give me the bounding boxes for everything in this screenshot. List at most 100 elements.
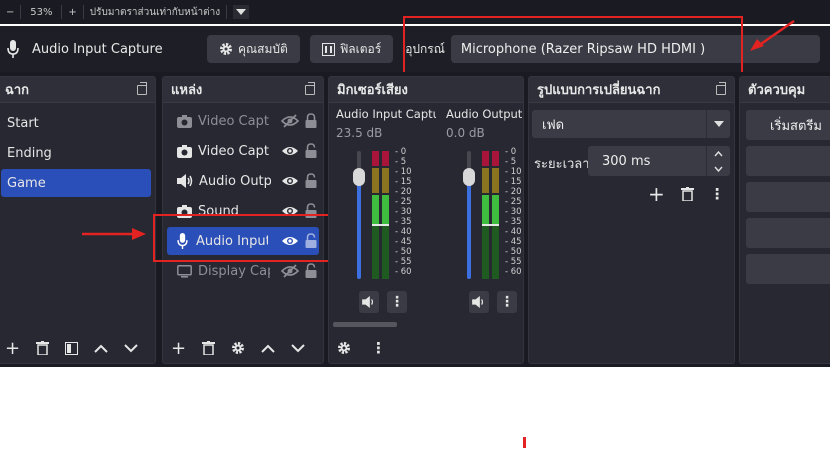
meter-segment [382, 195, 389, 225]
db-tick-label: - 55 [505, 257, 522, 267]
channel-name: Audio Output Capture [446, 107, 522, 121]
start-streaming-button[interactable]: เริ่มสตรีม [746, 110, 830, 140]
lock-icon[interactable] [305, 173, 317, 188]
db-tick-label: - 0 [505, 147, 517, 157]
scenes-panel: ฉาก Start Ending Game + [0, 76, 156, 364]
db-tick-label: - 20 [505, 187, 522, 197]
duration-label: ระยะเวลา [534, 157, 590, 172]
annotation-arrow-device [748, 18, 798, 54]
transition-buttons: + ⋮ [648, 182, 725, 206]
kebab-icon: ⋮ [390, 294, 404, 310]
eye-icon[interactable] [281, 144, 299, 158]
control-button[interactable] [746, 182, 830, 212]
db-tick-label: - 10 [505, 167, 522, 177]
undock-icon[interactable] [716, 81, 726, 95]
properties-label: คุณสมบัติ [238, 41, 288, 56]
start-streaming-label: เริ่มสตรีม [770, 118, 822, 134]
trash-icon[interactable] [36, 341, 50, 355]
level-meter [492, 151, 499, 279]
chevron-down-icon [706, 110, 730, 138]
chevron-down-icon[interactable] [714, 166, 723, 172]
source-item-video-capture-2[interactable]: Video Capture Device [167, 137, 319, 165]
db-tick-label: - 10 [395, 167, 412, 177]
add-icon[interactable]: + [5, 338, 20, 359]
channel-strip: - 0- 5- 10- 15- 20- 25- 30- 35- 40- 45- … [353, 147, 437, 281]
meter-segment [372, 195, 379, 225]
mute-button[interactable] [359, 291, 379, 313]
eye-icon[interactable] [281, 174, 299, 188]
mixer-scrollbar[interactable] [333, 322, 397, 327]
volume-fader[interactable] [463, 151, 475, 279]
meter-segment [372, 151, 379, 166]
volume-fader-knob[interactable] [353, 167, 365, 186]
add-icon[interactable]: + [171, 338, 186, 359]
lock-icon[interactable] [305, 143, 317, 158]
gear-icon[interactable] [337, 341, 351, 355]
db-tick-label: - 5 [505, 157, 517, 167]
db-tick-label: - 40 [505, 227, 522, 237]
undock-icon[interactable] [305, 81, 315, 95]
sources-title: แหล่ง [171, 83, 203, 98]
speaker-icon [362, 296, 374, 308]
chevron-down-icon[interactable] [124, 343, 138, 353]
trash-icon[interactable] [202, 341, 216, 355]
add-icon[interactable]: + [648, 182, 665, 206]
db-tick-label: - 25 [505, 197, 522, 207]
fit-to-window-button[interactable]: ปรับมาตราส่วนเท่ากับหน้าต่าง [84, 5, 226, 20]
channel-name: Audio Input Capture [336, 107, 436, 121]
control-button[interactable] [746, 254, 830, 284]
lock-icon[interactable] [305, 113, 317, 128]
control-button[interactable] [746, 146, 830, 176]
zoom-dropdown-button[interactable] [233, 5, 250, 19]
db-tick-label: - 60 [395, 267, 412, 277]
source-item-video-capture-1[interactable]: Video Capture Device [167, 107, 319, 135]
filters-button[interactable]: ฟิลเตอร์ [309, 35, 394, 63]
transition-select[interactable]: เฟด [532, 110, 730, 138]
mixer-title: มิกเซอร์เสียง [337, 83, 408, 98]
mute-button[interactable] [469, 291, 489, 313]
scene-item-ending[interactable]: Ending [1, 139, 151, 167]
volume-fader-fill [467, 176, 471, 279]
filter-icon[interactable] [65, 341, 79, 355]
chevron-up-icon[interactable] [261, 344, 275, 353]
db-tick-label: - 30 [505, 207, 522, 217]
duration-spinbox[interactable]: 300 ms [588, 146, 730, 176]
zoom-in-button[interactable]: + [62, 7, 82, 18]
undock-icon[interactable] [137, 81, 147, 95]
kebab-icon[interactable]: ⋮ [371, 339, 386, 357]
source-item-audio-output[interactable]: Audio Output Capture [167, 167, 319, 195]
speaker-icon [177, 174, 193, 188]
scene-item-game[interactable]: Game [1, 169, 151, 197]
channel-menu-button[interactable]: ⋮ [497, 291, 517, 313]
db-tick-label: - 50 [395, 247, 412, 257]
speaker-icon [472, 296, 484, 308]
trash-icon[interactable] [680, 187, 694, 201]
kebab-icon[interactable]: ⋮ [710, 185, 725, 203]
filters-label: ฟิลเตอร์ [339, 41, 382, 56]
chevron-up-icon[interactable] [94, 344, 108, 353]
divider [226, 5, 228, 19]
chevron-up-icon[interactable] [714, 150, 723, 157]
db-tick-label: - 40 [395, 227, 412, 237]
eye-hidden-icon[interactable] [281, 264, 299, 278]
meter-segment [492, 195, 499, 225]
control-button[interactable] [746, 218, 830, 248]
eye-hidden-icon[interactable] [281, 114, 299, 128]
channel-menu-button[interactable]: ⋮ [387, 291, 407, 313]
zoom-out-button[interactable]: − [0, 7, 20, 18]
highlight-device-box [403, 16, 743, 76]
volume-fader[interactable] [353, 151, 365, 279]
chevron-down-icon [236, 9, 247, 15]
volume-fader-knob[interactable] [463, 167, 475, 186]
properties-button[interactable]: คุณสมบัติ [207, 35, 300, 63]
db-tick-label: - 0 [395, 147, 407, 157]
spin-buttons[interactable] [706, 146, 730, 176]
db-scale: - 0- 5- 10- 15- 20- 25- 30- 35- 40- 45- … [505, 147, 522, 277]
chevron-down-icon[interactable] [291, 343, 305, 353]
db-scale: - 0- 5- 10- 15- 20- 25- 30- 35- 40- 45- … [395, 147, 412, 277]
gear-icon[interactable] [231, 341, 245, 355]
lock-icon[interactable] [305, 263, 317, 278]
camera-icon [177, 144, 192, 158]
scene-item-start[interactable]: Start [1, 109, 151, 137]
channel-strip: - 0- 5- 10- 15- 20- 25- 30- 35- 40- 45- … [463, 147, 523, 281]
